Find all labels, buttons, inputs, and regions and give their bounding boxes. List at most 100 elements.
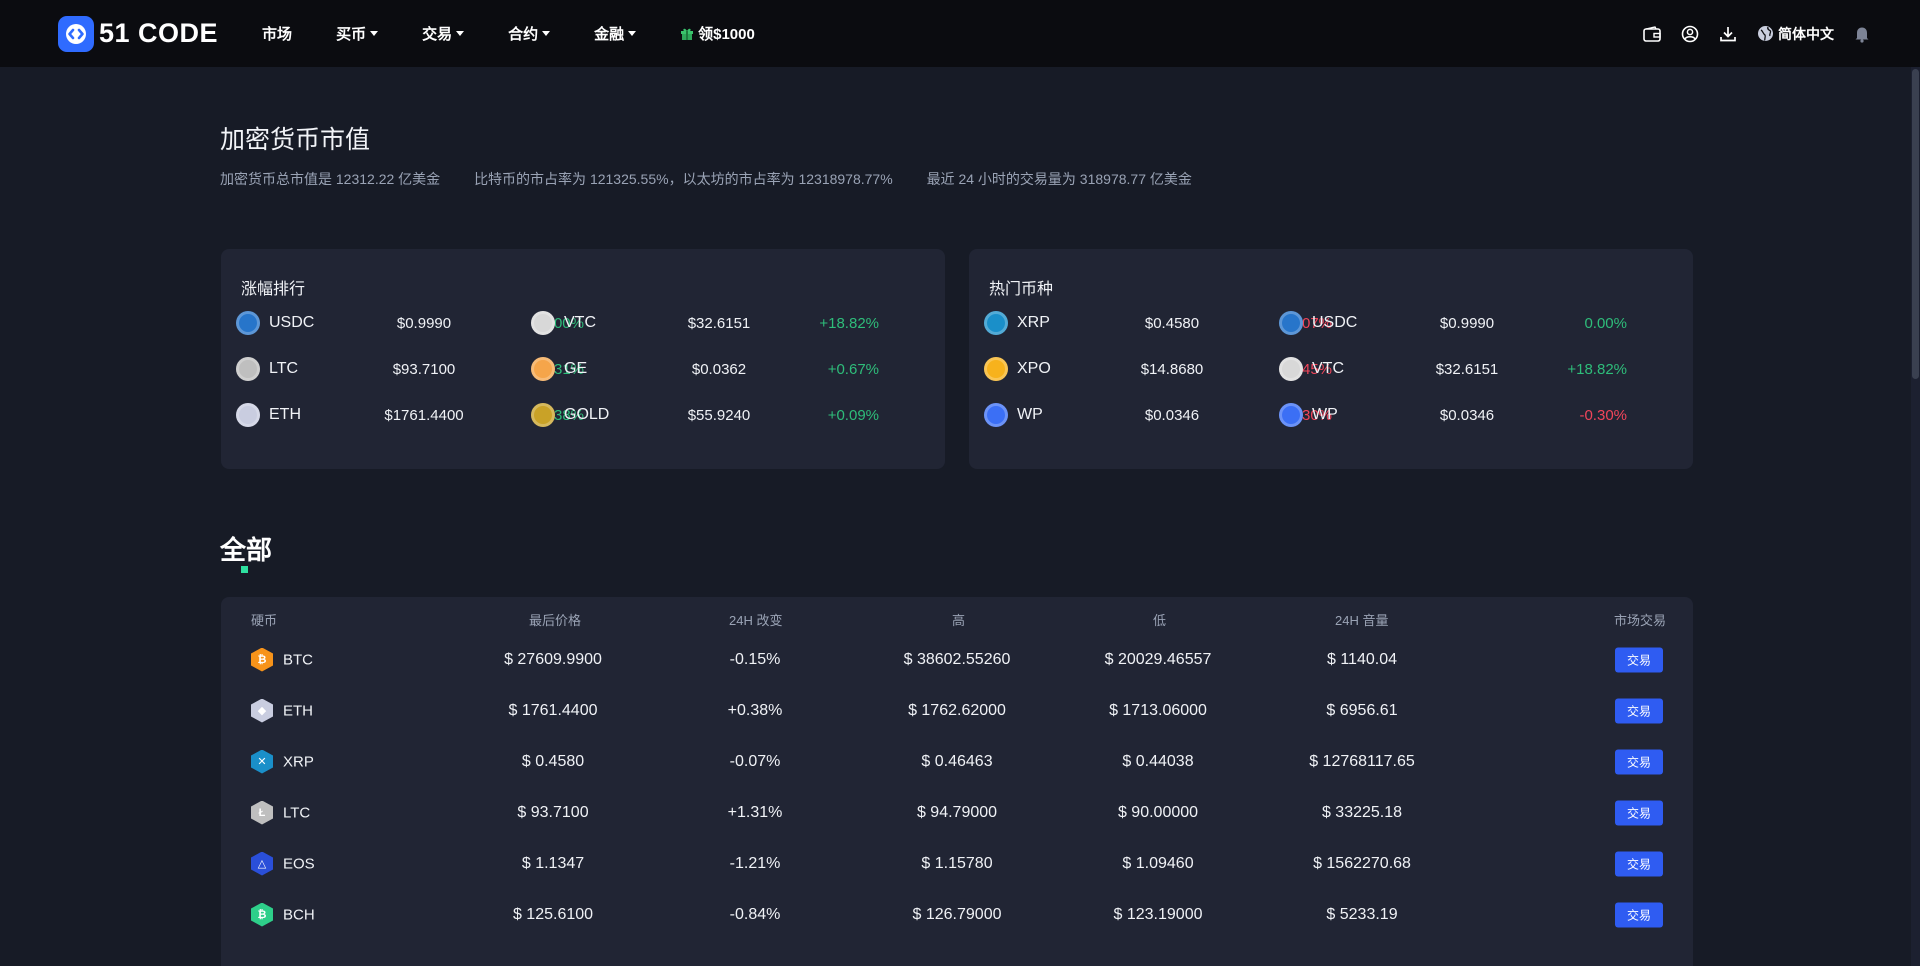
- all-coins-table: 硬币 最后价格 24H 改变 高 低 24H 音量 市场交易 ₿ BTC $ 276…: [221, 597, 1693, 966]
- trade-button[interactable]: 交易: [1615, 800, 1663, 825]
- page-scrollbar[interactable]: [1911, 67, 1920, 966]
- eth-icon: [236, 403, 260, 427]
- cell-volume: $ 6956.61: [1326, 701, 1398, 719]
- coin-row-wp[interactable]: WP $0.0346 -0.30%: [1279, 401, 1627, 429]
- wp-icon: [984, 403, 1008, 427]
- coin-row-ge[interactable]: GE $0.0362 +0.67%: [531, 355, 879, 383]
- cell-change: -0.07%: [729, 752, 781, 770]
- download-icon[interactable]: [1719, 25, 1737, 43]
- trade-button[interactable]: 交易: [1615, 647, 1663, 672]
- nav-right: 简体中文: [1623, 24, 1870, 44]
- eth-icon: ◆: [251, 698, 273, 723]
- cell-coin: ETH: [283, 702, 313, 719]
- col-header-coin: 硬币: [251, 613, 278, 628]
- trade-button[interactable]: 交易: [1615, 902, 1663, 927]
- bch-icon: ₿: [251, 902, 273, 927]
- title-accent: [241, 566, 248, 573]
- stat-dominance: 比特币的市占率为 121325.55%，以太坊的市占率为 12318978.77…: [474, 171, 893, 187]
- globe-icon: [1758, 26, 1773, 41]
- coin-row-gold[interactable]: GOLD $55.9240 +0.09%: [531, 401, 879, 429]
- vtc-icon: [1279, 357, 1303, 381]
- cell-price: $ 125.6100: [512, 905, 594, 923]
- coin-name: USDC: [1312, 314, 1358, 331]
- nav-item-promo[interactable]: 领$1000: [680, 23, 755, 44]
- xpo-icon: [984, 357, 1008, 381]
- ltc-icon: [236, 357, 260, 381]
- col-header-trade: 市场交易: [1614, 613, 1667, 628]
- coin-name: WP: [1312, 406, 1338, 423]
- nav-item-buy[interactable]: 买币: [336, 23, 379, 44]
- coin-price: $0.9990: [396, 314, 452, 332]
- cell-price: $ 1.1347: [521, 854, 585, 872]
- brand-name: 51 CODE: [99, 18, 219, 48]
- coin-row-usdc[interactable]: USDC $0.9990 0.00%: [1279, 309, 1627, 337]
- hot-coins-title: 热门币种: [989, 281, 1054, 298]
- cell-change: -0.15%: [729, 650, 781, 668]
- cell-coin: LTC: [283, 804, 311, 821]
- cell-low: $ 1713.06000: [1109, 701, 1207, 719]
- nav-item-market[interactable]: 市场: [262, 23, 292, 44]
- nav-item-finance[interactable]: 金融: [594, 23, 637, 44]
- trade-button[interactable]: 交易: [1615, 698, 1663, 723]
- bell-icon[interactable]: [1854, 25, 1870, 43]
- user-icon[interactable]: [1681, 25, 1699, 43]
- table-row[interactable]: △ EOS $ 1.1347 -1.21% $ 1.15780 $ 1.09460 $ 15…: [221, 838, 1693, 889]
- nav-label: 金融: [594, 26, 625, 43]
- coin-price: $32.6151: [687, 314, 751, 332]
- coin-change: 0.00%: [1584, 314, 1627, 332]
- coin-price: $1761.4400: [384, 406, 464, 424]
- scrollbar-thumb[interactable]: [1912, 69, 1919, 379]
- cell-low: $ 1.09460: [1122, 854, 1194, 872]
- col-header-low: 低: [1153, 613, 1167, 628]
- trade-button[interactable]: 交易: [1615, 851, 1663, 876]
- nav-label: 买币: [336, 26, 367, 43]
- table-row[interactable]: ₿ BCH $ 125.6100 -0.84% $ 126.79000 $ 123.190…: [221, 889, 1693, 940]
- table-row[interactable]: ✕ XRP $ 0.4580 -0.07% $ 0.46463 $ 0.44038 $ 12…: [221, 736, 1693, 787]
- cell-price: $ 27609.9900: [504, 650, 602, 668]
- cell-high: $ 1762.62000: [908, 701, 1006, 719]
- coin-price: $0.0346: [1439, 406, 1495, 424]
- usdc-icon: [1279, 311, 1303, 335]
- coin-price: $55.9240: [687, 406, 751, 424]
- btc-icon: ₿: [251, 647, 273, 672]
- cell-high: $ 38602.55260: [903, 650, 1011, 668]
- cell-price: $ 93.7100: [517, 803, 589, 821]
- coin-price: $0.4580: [1144, 314, 1200, 332]
- table-row[interactable]: Ł LTC $ 93.7100 +1.31% $ 94.79000 $ 90.00000 $…: [221, 787, 1693, 838]
- col-header-price: 最后价格: [529, 613, 582, 628]
- wallet-icon[interactable]: [1643, 25, 1661, 42]
- coin-name: VTC: [1312, 360, 1344, 377]
- col-header-change: 24H 改变: [729, 613, 783, 628]
- coin-change: +18.82%: [1567, 360, 1627, 378]
- cell-price: $ 1761.4400: [508, 701, 598, 719]
- language-selector[interactable]: 简体中文: [1757, 24, 1834, 44]
- cell-change: +0.38%: [727, 701, 783, 719]
- coin-row-vtc[interactable]: VTC $32.6151 +18.82%: [531, 309, 879, 337]
- coin-name: WP: [1017, 406, 1043, 423]
- brand[interactable]: 51 CODE: [58, 15, 219, 52]
- stat-volume: 最近 24 小时的交易量为 318978.77 亿美金: [926, 171, 1192, 187]
- coin-price: $93.7100: [392, 360, 456, 378]
- language-label: 简体中文: [1778, 25, 1834, 42]
- nav-item-contract[interactable]: 合约: [508, 23, 551, 44]
- coin-name: ETH: [269, 406, 301, 423]
- coin-name: GE: [564, 360, 588, 377]
- page-title: 加密货币市值: [220, 126, 371, 154]
- table-row[interactable]: ◆ ETH $ 1761.4400 +0.38% $ 1762.62000 $ 1713.…: [221, 685, 1693, 736]
- coin-price: $32.6151: [1435, 360, 1499, 378]
- promo-label: 领$1000: [698, 26, 755, 43]
- main-nav: 市场 买币 交易 合约 金融 领$1000: [262, 23, 799, 44]
- cell-high: $ 0.46463: [921, 752, 993, 770]
- gold-icon: [531, 403, 555, 427]
- table-row[interactable]: ₿ BTC $ 27609.9900 -0.15% $ 38602.55260 $ 200…: [221, 634, 1693, 685]
- cell-low: $ 20029.46557: [1104, 650, 1212, 668]
- coin-name: USDC: [269, 314, 315, 331]
- cell-change: +1.31%: [727, 803, 783, 821]
- trade-button[interactable]: 交易: [1615, 749, 1663, 774]
- cell-volume: $ 33225.18: [1321, 803, 1403, 821]
- nav-item-trade[interactable]: 交易: [422, 23, 465, 44]
- cell-low: $ 123.19000: [1113, 905, 1203, 923]
- cell-volume: $ 1140.04: [1327, 650, 1397, 668]
- top-navbar: 51 CODE 市场 买币 交易 合约 金融 领$1000 简体中文: [0, 0, 1920, 67]
- coin-row-vtc[interactable]: VTC $32.6151 +18.82%: [1279, 355, 1627, 383]
